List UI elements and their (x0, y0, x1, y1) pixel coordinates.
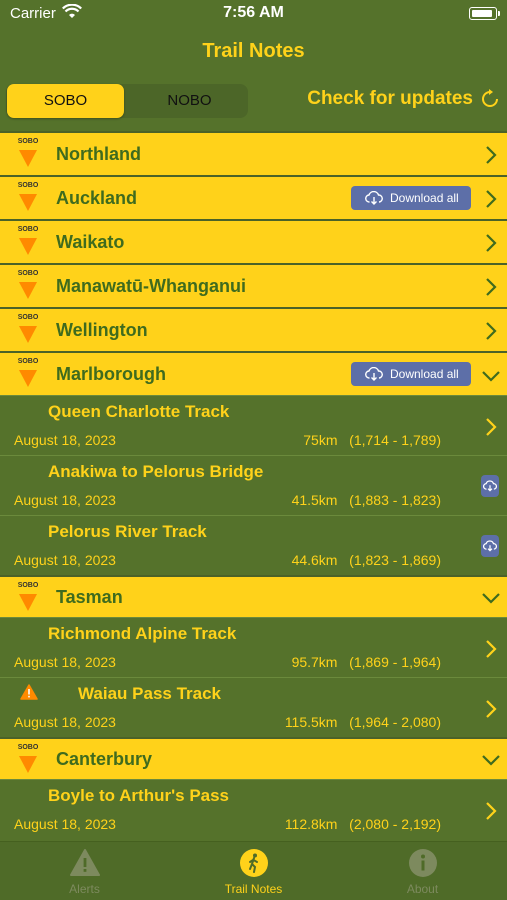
chevron-down-icon (482, 593, 500, 604)
sobo-arrow-icon: SOBO (15, 182, 41, 214)
track-row-queen-charlotte[interactable]: Queen Charlotte Track August 18, 2023 75… (0, 395, 507, 455)
tab-alerts-label: Alerts (69, 882, 100, 896)
cloud-download-icon (365, 367, 383, 381)
cloud-download-icon (483, 480, 497, 492)
sobo-arrow-icon: SOBO (15, 744, 41, 776)
trail-list: SOBO Northland SOBO Auckland Download al… (0, 131, 507, 839)
chevron-right-icon (486, 190, 497, 208)
track-distance: 112.8km (2,080 - 2,192) (284, 816, 441, 832)
tab-trail-notes[interactable]: Trail Notes (169, 848, 338, 896)
chevron-right-icon (486, 322, 497, 340)
track-row-pelorus-river[interactable]: Pelorus River Track August 18, 2023 44.6… (0, 515, 507, 575)
download-all-button[interactable]: Download all (351, 186, 471, 210)
region-row-tasman[interactable]: SOBO Tasman (0, 575, 507, 617)
track-distance: 44.6km (1,823 - 1,869) (291, 552, 441, 568)
chevron-right-icon (486, 802, 497, 820)
track-distance: 41.5km (1,883 - 1,823) (291, 492, 441, 508)
info-icon (408, 849, 437, 877)
track-name: Queen Charlotte Track (48, 402, 230, 421)
download-all-label: Download all (390, 191, 459, 205)
track-date: August 18, 2023 (14, 816, 116, 832)
track-row-boyle-arthurs-pass[interactable]: Boyle to Arthur's Pass August 18, 2023 1… (0, 779, 507, 839)
region-name: Marlborough (56, 364, 166, 384)
region-name: Northland (56, 144, 141, 164)
chevron-down-icon (482, 371, 500, 382)
track-name: Pelorus River Track (48, 522, 207, 541)
warning-icon (20, 684, 38, 700)
chevron-right-icon (486, 640, 497, 658)
download-all-label: Download all (390, 367, 459, 381)
track-row-waiau-pass[interactable]: Waiau Pass Track August 18, 2023 115.5km… (0, 677, 507, 737)
region-name: Waikato (56, 232, 125, 252)
check-updates-button[interactable]: Check for updates (307, 88, 501, 110)
page-title: Trail Notes (202, 40, 305, 62)
check-updates-label: Check for updates (307, 88, 473, 109)
region-row-canterbury[interactable]: SOBO Canterbury (0, 737, 507, 779)
track-name: Waiau Pass Track (78, 684, 222, 703)
region-name: Canterbury (56, 749, 153, 769)
region-row-waikato[interactable]: SOBO Waikato (0, 219, 507, 263)
download-track-button[interactable] (481, 535, 499, 557)
region-name: Wellington (56, 320, 148, 340)
nobo-segment[interactable]: NOBO (131, 84, 248, 118)
chevron-right-icon (486, 418, 497, 436)
cloud-download-icon (365, 191, 383, 205)
region-row-northland[interactable]: SOBO Northland (0, 131, 507, 175)
clock: 7:56 AM (223, 4, 284, 21)
download-track-button[interactable] (481, 475, 499, 497)
sobo-arrow-icon: SOBO (15, 358, 41, 390)
tab-trail-notes-label: Trail Notes (224, 882, 283, 896)
track-date: August 18, 2023 (14, 654, 116, 670)
refresh-icon (482, 89, 498, 107)
chevron-right-icon (486, 146, 497, 164)
region-name: Tasman (56, 587, 123, 607)
region-name: Manawatū-Whanganui (56, 276, 246, 296)
region-row-auckland[interactable]: SOBO Auckland Download all (0, 175, 507, 219)
cloud-download-icon (483, 540, 497, 552)
direction-toggle[interactable]: SOBO NOBO (6, 84, 248, 118)
tab-alerts[interactable]: Alerts (0, 848, 169, 896)
tab-about[interactable]: About (338, 848, 507, 896)
track-date: August 18, 2023 (14, 492, 116, 508)
track-date: August 18, 2023 (14, 432, 116, 448)
track-name: Anakiwa to Pelorus Bridge (48, 462, 264, 481)
track-row-anakiwa[interactable]: Anakiwa to Pelorus Bridge August 18, 202… (0, 455, 507, 515)
region-name: Auckland (56, 188, 138, 208)
sobo-arrow-icon: SOBO (15, 226, 41, 258)
battery-icon (469, 7, 500, 20)
sobo-segment[interactable]: SOBO (7, 84, 124, 118)
track-row-richmond-alpine[interactable]: Richmond Alpine Track August 18, 2023 95… (0, 617, 507, 677)
chevron-right-icon (486, 234, 497, 252)
chevron-down-icon (482, 755, 500, 766)
tab-bar: Alerts Trail Notes About (0, 841, 507, 900)
hiker-icon (239, 849, 268, 877)
region-row-manawatu-whanganui[interactable]: SOBO Manawatū-Whanganui (0, 263, 507, 307)
download-all-button[interactable]: Download all (351, 362, 471, 386)
sobo-arrow-icon: SOBO (15, 138, 41, 170)
sobo-arrow-icon: SOBO (15, 582, 41, 614)
chevron-right-icon (486, 700, 497, 718)
track-name: Richmond Alpine Track (48, 624, 237, 643)
track-distance: 75km (1,714 - 1,789) (303, 432, 441, 448)
sobo-arrow-icon: SOBO (15, 314, 41, 346)
sobo-arrow-icon: SOBO (15, 270, 41, 302)
track-distance: 95.7km (1,869 - 1,964) (291, 654, 441, 670)
track-name: Boyle to Arthur's Pass (48, 786, 230, 805)
track-distance: 115.5km (1,964 - 2,080) (284, 714, 441, 730)
chevron-right-icon (486, 278, 497, 296)
tab-about-label: About (406, 882, 439, 896)
warning-icon (69, 849, 100, 876)
track-date: August 18, 2023 (14, 552, 116, 568)
status-bar: Carrier 7:56 AM (0, 0, 507, 30)
region-row-wellington[interactable]: SOBO Wellington (0, 307, 507, 351)
region-row-marlborough[interactable]: SOBO Marlborough Download all (0, 351, 507, 395)
track-date: August 18, 2023 (14, 714, 116, 730)
